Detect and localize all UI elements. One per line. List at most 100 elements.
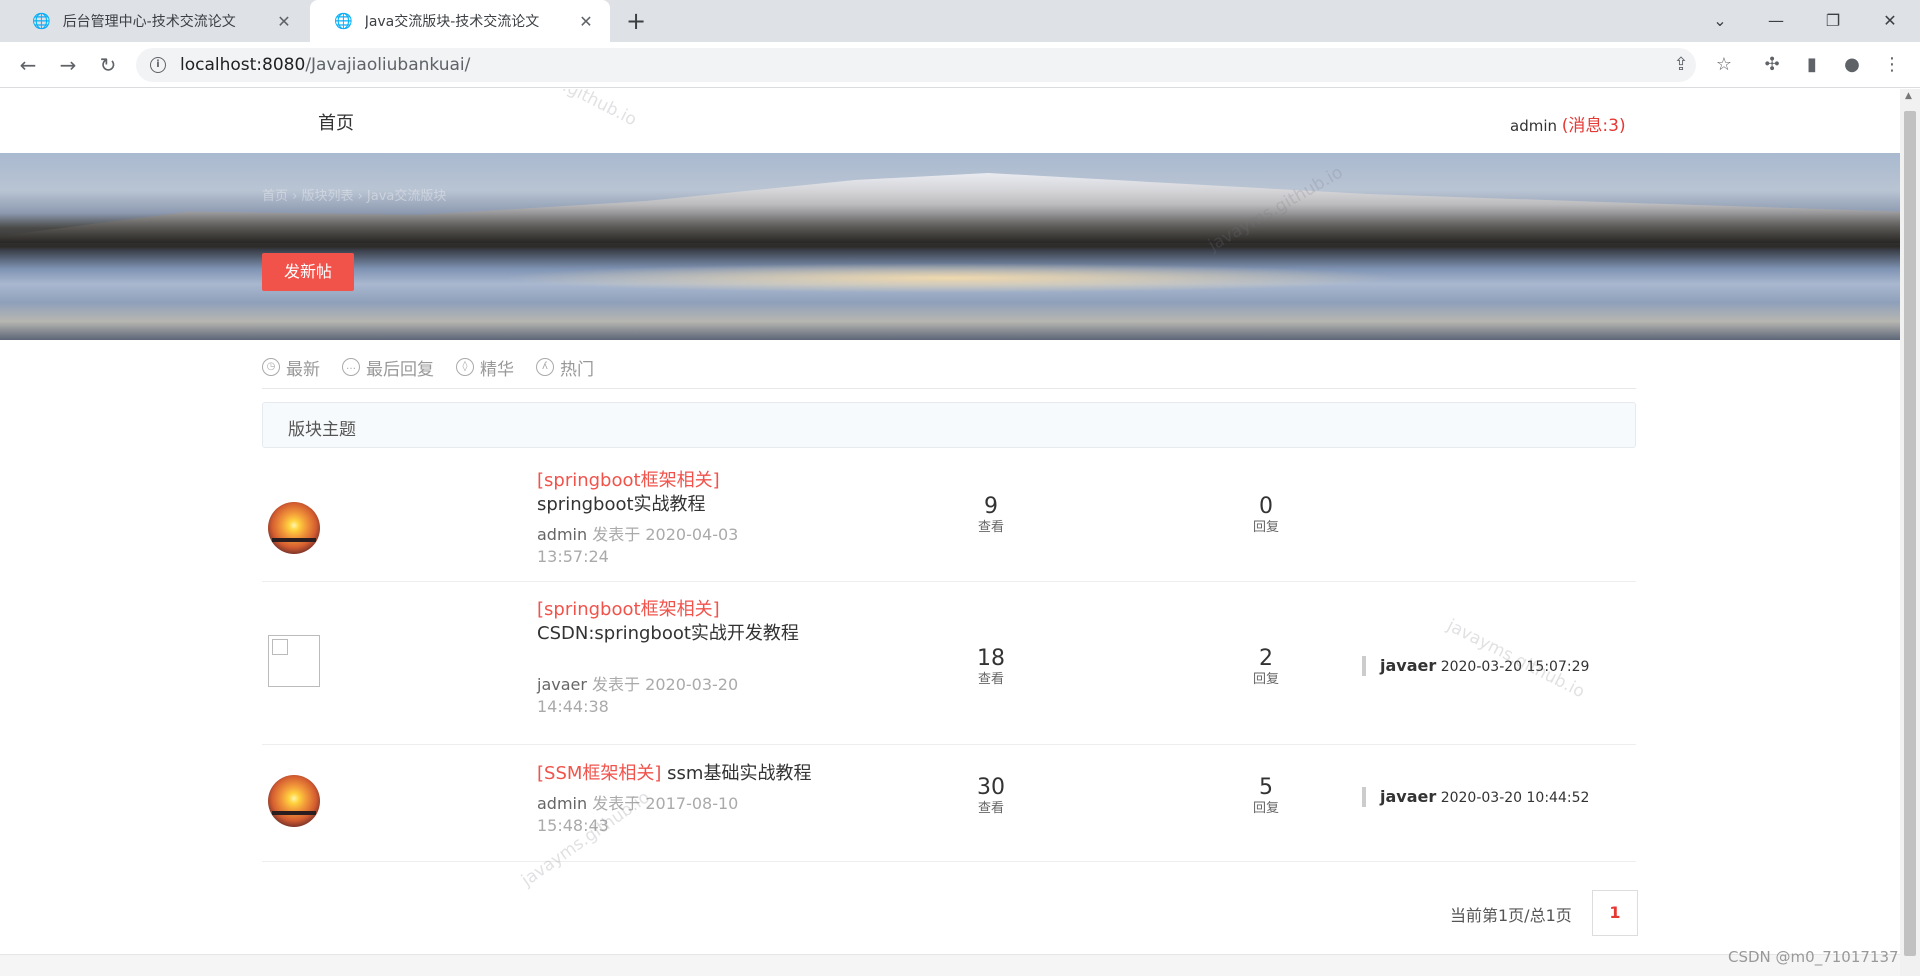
last-reply-user[interactable]: javaer — [1380, 656, 1436, 675]
profile-avatar-icon[interactable]: ● — [1838, 51, 1866, 79]
messages-link[interactable]: (消息:3) — [1562, 116, 1626, 136]
topic-author[interactable]: javaer — [537, 675, 587, 694]
close-icon[interactable]: ✕ — [274, 12, 294, 31]
nav-home-link[interactable]: 首页 — [318, 109, 354, 135]
topic-author[interactable]: admin — [537, 794, 587, 813]
reload-icon[interactable]: ↻ — [94, 51, 122, 79]
share-icon[interactable]: ⇪ — [1668, 52, 1694, 78]
page-footer — [0, 954, 1900, 976]
author-avatar[interactable] — [268, 775, 320, 827]
topic-meta: javaer 发表于 2020-03-20 14:44:38 — [537, 674, 757, 718]
replies-label: 回复 — [1252, 520, 1279, 535]
browser-toolbar: ← → ↻ i localhost:8080/Javajiaoliubankua… — [0, 42, 1920, 88]
posted-label: 发表于 — [592, 525, 641, 544]
topic-category[interactable]: [SSM框架相关] — [537, 763, 661, 784]
extensions-icon[interactable]: ✣ — [1758, 51, 1786, 79]
new-tab-button[interactable]: + — [622, 8, 650, 34]
section-header: 版块主题 — [262, 402, 1636, 448]
pagination-label: 当前第1页/总1页 — [1450, 906, 1572, 925]
replies-label: 回复 — [1252, 801, 1279, 816]
url-host: localhost:8080 — [180, 55, 306, 75]
replies-stat: 2 回复 — [1226, 646, 1306, 688]
topic-title-link[interactable]: [springboot框架相关] CSDN:springboot实战开发教程 — [537, 598, 817, 646]
views-label: 查看 — [977, 672, 1004, 687]
username-link[interactable]: admin — [1510, 117, 1557, 135]
new-post-button[interactable]: 发新帖 — [262, 253, 354, 291]
filter-label: 热门 — [560, 359, 594, 380]
globe-icon: 🌐 — [334, 12, 353, 30]
site-header: 首页 admin (消息:3) — [0, 89, 1900, 153]
views-label: 查看 — [977, 520, 1004, 535]
topic-meta: admin 发表于 2020-04-03 13:57:24 — [537, 524, 757, 568]
views-stat: 18 查看 — [951, 646, 1031, 688]
page-1-button[interactable]: 1 — [1592, 890, 1638, 936]
minimize-button[interactable]: — — [1756, 6, 1796, 36]
last-reply: javaer 2020-03-20 10:44:52 — [1362, 787, 1589, 807]
close-icon[interactable]: ✕ — [576, 12, 596, 31]
side-panel-icon[interactable]: ▮ — [1798, 51, 1826, 79]
banner-reflection — [500, 263, 1400, 293]
replies-label: 回复 — [1252, 672, 1279, 687]
browser-menu-icon[interactable]: ⋮ — [1878, 51, 1906, 79]
replies-count: 5 — [1259, 775, 1273, 800]
back-arrow-icon[interactable]: ← — [14, 51, 42, 79]
drop-icon: ◊ — [456, 358, 474, 376]
csdn-credit: CSDN @m0_71017137 — [1728, 948, 1899, 966]
topic-title-link[interactable]: [springboot框架相关] springboot实战教程 — [537, 469, 817, 517]
last-reply-time: 2020-03-20 10:44:52 — [1440, 790, 1590, 806]
url-path: /Javajiaoliubankuai/ — [305, 55, 471, 75]
restore-button[interactable]: ❐ — [1813, 6, 1853, 36]
filter-label: 最新 — [286, 359, 320, 380]
tab-search-icon[interactable]: ⌄ — [1700, 6, 1740, 36]
page-scrollbar[interactable]: ▲ — [1900, 89, 1920, 976]
topic-filter-bar: ◷ 最新 … 最后回复 ◊ 精华 ʎ 热门 — [262, 353, 1636, 389]
views-stat: 9 查看 — [951, 494, 1031, 536]
banner-mountain-image — [0, 173, 1900, 243]
replies-stat: 0 回复 — [1226, 494, 1306, 536]
topic-title[interactable]: ssm基础实战教程 — [667, 763, 811, 784]
browser-tab-forum[interactable]: 🌐 Java交流版块-技术交流论文 ✕ — [310, 0, 610, 42]
page-viewport: 首页 admin (消息:3) 首页 › 版块列表 › Java交流版块 发新帖… — [0, 89, 1900, 976]
views-label: 查看 — [977, 801, 1004, 816]
section-title: 版块主题 — [288, 420, 356, 440]
filter-last-reply[interactable]: … 最后回复 — [342, 353, 434, 381]
forward-arrow-icon[interactable]: → — [54, 51, 82, 79]
topic-category[interactable]: [springboot框架相关] — [537, 470, 720, 491]
globe-icon: 🌐 — [32, 12, 51, 30]
topic-title[interactable]: CSDN:springboot实战开发教程 — [537, 623, 799, 644]
forum-banner: 首页 › 版块列表 › Java交流版块 发新帖 — [0, 153, 1900, 340]
topic-title[interactable]: springboot实战教程 — [537, 494, 706, 515]
filter-featured[interactable]: ◊ 精华 — [456, 353, 514, 381]
replies-stat: 5 回复 — [1226, 775, 1306, 817]
tab-title: Java交流版块-技术交流论文 — [364, 14, 540, 30]
filter-label: 精华 — [480, 359, 514, 380]
filter-label: 最后回复 — [366, 359, 434, 380]
scroll-up-icon[interactable]: ▲ — [1905, 91, 1912, 101]
user-area: admin (消息:3) — [1510, 111, 1626, 136]
replies-count: 0 — [1259, 494, 1273, 519]
comment-icon: … — [342, 358, 360, 376]
breadcrumb[interactable]: 首页 › 版块列表 › Java交流版块 — [262, 185, 446, 204]
scrollbar-thumb[interactable] — [1904, 111, 1916, 956]
window-close-button[interactable]: ✕ — [1870, 6, 1910, 36]
filter-hot[interactable]: ʎ 热门 — [536, 353, 594, 381]
views-stat: 30 查看 — [951, 775, 1031, 817]
topic-row: [springboot框架相关] CSDN:springboot实战开发教程 j… — [262, 582, 1636, 745]
topic-author[interactable]: admin — [537, 525, 587, 544]
topic-row: [SSM框架相关] ssm基础实战教程 admin 发表于 2017-08-10… — [262, 745, 1636, 862]
author-avatar[interactable] — [268, 502, 320, 554]
browser-tab-admin[interactable]: 🌐 后台管理中心-技术交流论文 ✕ — [8, 0, 308, 42]
topic-category[interactable]: [springboot框架相关] — [537, 599, 720, 620]
last-reply-user[interactable]: javaer — [1380, 787, 1436, 806]
topic-title-link[interactable]: [SSM框架相关] ssm基础实战教程 — [537, 762, 857, 786]
views-count: 9 — [984, 494, 998, 519]
views-count: 30 — [977, 775, 1005, 800]
address-bar[interactable]: i localhost:8080/Javajiaoliubankuai/ ⇪ — [136, 48, 1696, 82]
broken-avatar-image[interactable] — [268, 635, 320, 687]
bookmark-star-icon[interactable]: ☆ — [1710, 51, 1738, 79]
replies-count: 2 — [1259, 646, 1273, 671]
posted-label: 发表于 — [592, 675, 641, 694]
tab-title: 后台管理中心-技术交流论文 — [62, 14, 236, 30]
filter-latest[interactable]: ◷ 最新 — [262, 353, 320, 381]
site-info-icon[interactable]: i — [150, 57, 166, 73]
